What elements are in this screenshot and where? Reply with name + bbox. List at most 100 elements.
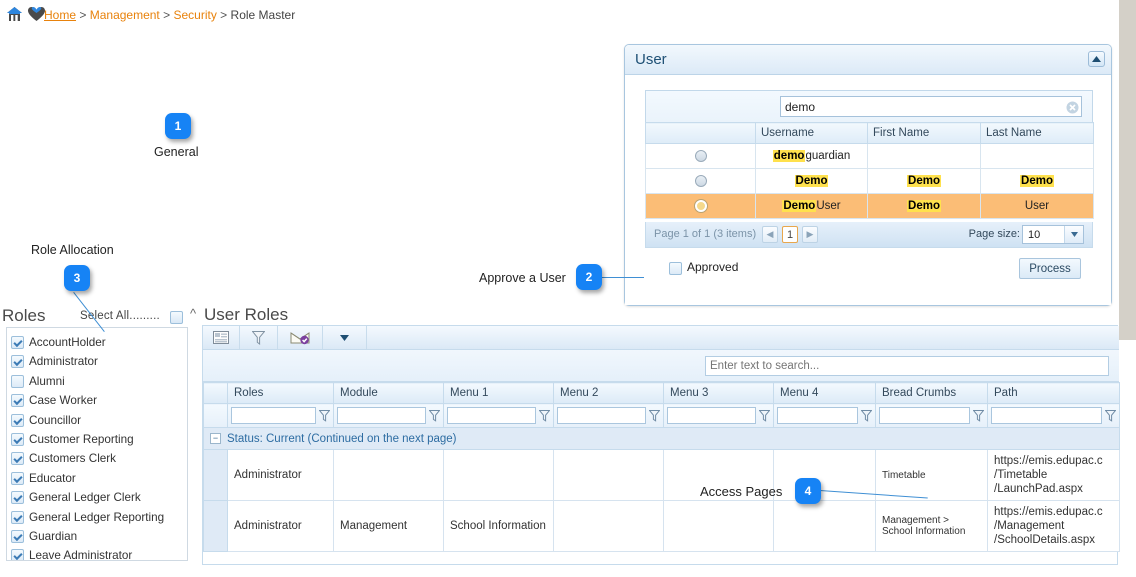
radio-checked-icon[interactable] [694, 199, 707, 212]
roles-list[interactable]: AccountHolder Administrator Alumni Case … [6, 327, 188, 561]
card-layout-icon[interactable] [203, 326, 240, 349]
radio-unchecked-icon[interactable] [694, 149, 707, 162]
export-mail-icon[interactable] [278, 326, 323, 349]
column-filter-icon[interactable] [538, 409, 551, 422]
user-col-firstname[interactable]: First Name [867, 122, 981, 144]
user-col-username[interactable]: Username [755, 122, 868, 144]
user-roles-header-row: Roles Module Menu 1 Menu 2 Menu 3 Menu 4… [203, 382, 1120, 404]
filter-input-path[interactable] [991, 407, 1102, 424]
chevron-right-icon[interactable]: ▶ [802, 226, 818, 243]
filter-input-menu4[interactable] [777, 407, 858, 424]
chevron-down-icon[interactable] [323, 326, 367, 349]
list-item[interactable]: Educator [7, 469, 187, 488]
cell-menu4 [773, 500, 876, 552]
column-filter-icon[interactable] [428, 409, 441, 422]
list-item[interactable]: AccountHolder [7, 333, 187, 352]
user-search-input[interactable] [780, 96, 1082, 117]
chevron-up-icon[interactable] [1088, 51, 1105, 67]
col-menu3[interactable]: Menu 3 [663, 382, 774, 404]
filter-input-menu3[interactable] [667, 407, 756, 424]
user-row-radio-cell[interactable] [645, 193, 756, 219]
chevron-left-icon[interactable]: ◀ [762, 226, 778, 243]
table-row[interactable]: demoguardian [645, 143, 1094, 169]
checkbox-checked-icon[interactable] [11, 491, 24, 505]
breadcrumb-management[interactable]: Management [90, 8, 160, 22]
checkbox-unchecked-icon[interactable] [11, 374, 24, 388]
process-button[interactable]: Process [1019, 258, 1081, 279]
column-filter-icon[interactable] [972, 409, 985, 422]
breadcrumb-security[interactable]: Security [173, 8, 216, 22]
checkbox-checked-icon[interactable] [11, 549, 24, 560]
list-item[interactable]: Alumni [7, 372, 187, 391]
list-item[interactable]: Leave Administrator [7, 546, 187, 560]
table-row[interactable]: Demo Demo Demo [645, 168, 1094, 194]
filter-input-menu2[interactable] [557, 407, 646, 424]
filter-funnel-icon[interactable] [240, 326, 278, 349]
filter-menu3[interactable] [663, 403, 774, 428]
page-size-select[interactable]: 10 [1022, 225, 1084, 244]
search-input[interactable] [705, 356, 1109, 376]
col-path[interactable]: Path [987, 382, 1120, 404]
column-filter-icon[interactable] [318, 409, 331, 422]
checkbox-checked-icon[interactable] [11, 394, 24, 408]
filter-menu2[interactable] [553, 403, 664, 428]
breadcrumb-home[interactable]: Home [44, 8, 76, 22]
column-filter-icon[interactable] [758, 409, 771, 422]
list-item[interactable]: Case Worker [7, 391, 187, 410]
list-item[interactable]: Administrator [7, 352, 187, 371]
filter-input-roles[interactable] [231, 407, 316, 424]
user-row-radio-cell[interactable] [645, 168, 756, 194]
col-module[interactable]: Module [333, 382, 444, 404]
list-item[interactable]: Guardian [7, 527, 187, 546]
collapse-minus-icon[interactable]: − [210, 432, 221, 444]
checkbox-checked-icon[interactable] [11, 452, 24, 466]
home-icon[interactable] [6, 6, 23, 25]
group-header-cell[interactable]: − Status: Current (Continued on the next … [203, 427, 1120, 450]
select-all-checkbox[interactable] [170, 311, 183, 324]
col-menu2[interactable]: Menu 2 [553, 382, 664, 404]
table-row[interactable]: Administrator Timetable https://emis.edu… [203, 449, 1120, 501]
col-breadcrumbs[interactable]: Bread Crumbs [875, 382, 988, 404]
filter-breadcrumbs[interactable] [875, 403, 988, 428]
pager-page-1[interactable]: 1 [782, 226, 798, 243]
filter-menu1[interactable] [443, 403, 554, 428]
user-row-radio-cell[interactable] [645, 143, 756, 169]
chevron-up-icon[interactable]: ^ [190, 306, 196, 321]
filter-menu4[interactable] [773, 403, 876, 428]
column-filter-icon[interactable] [1104, 409, 1117, 422]
filter-roles[interactable] [227, 403, 334, 428]
list-item[interactable]: General Ledger Reporting [7, 508, 187, 527]
checkbox-checked-icon[interactable] [11, 355, 24, 369]
filter-input-module[interactable] [337, 407, 426, 424]
col-menu4[interactable]: Menu 4 [773, 382, 876, 404]
column-filter-icon[interactable] [648, 409, 661, 422]
checkbox-checked-icon[interactable] [11, 471, 24, 485]
filter-path[interactable] [987, 403, 1120, 428]
user-col-lastname[interactable]: Last Name [980, 122, 1094, 144]
filter-input-menu1[interactable] [447, 407, 536, 424]
table-row-selected[interactable]: DemoUser Demo User [645, 193, 1094, 219]
list-item[interactable]: Councillor [7, 411, 187, 430]
checkbox-checked-icon[interactable] [11, 413, 24, 427]
table-row[interactable]: Administrator Management School Informat… [203, 500, 1120, 552]
checkbox-checked-icon[interactable] [11, 432, 24, 446]
list-item[interactable]: Customer Reporting [7, 430, 187, 449]
column-filter-icon[interactable] [860, 409, 873, 422]
checkbox-checked-icon[interactable] [11, 510, 24, 524]
checkbox-checked-icon[interactable] [11, 529, 24, 543]
col-roles[interactable]: Roles [227, 382, 334, 404]
list-item[interactable]: General Ledger Clerk [7, 488, 187, 507]
scroll-gutter[interactable] [1119, 0, 1136, 340]
clear-circle-icon[interactable] [1066, 101, 1079, 117]
col-menu1[interactable]: Menu 1 [443, 382, 554, 404]
list-item[interactable]: Customers Clerk [7, 449, 187, 468]
approved-checkbox[interactable] [669, 262, 682, 275]
filter-input-breadcrumbs[interactable] [879, 407, 970, 424]
chevron-down-icon[interactable] [1064, 226, 1083, 243]
user-col-select[interactable] [645, 122, 756, 144]
role-label: Administrator [29, 355, 98, 369]
group-header-row[interactable]: − Status: Current (Continued on the next … [203, 427, 1120, 450]
radio-unchecked-icon[interactable] [694, 174, 707, 187]
filter-module[interactable] [333, 403, 444, 428]
checkbox-checked-icon[interactable] [11, 336, 24, 349]
